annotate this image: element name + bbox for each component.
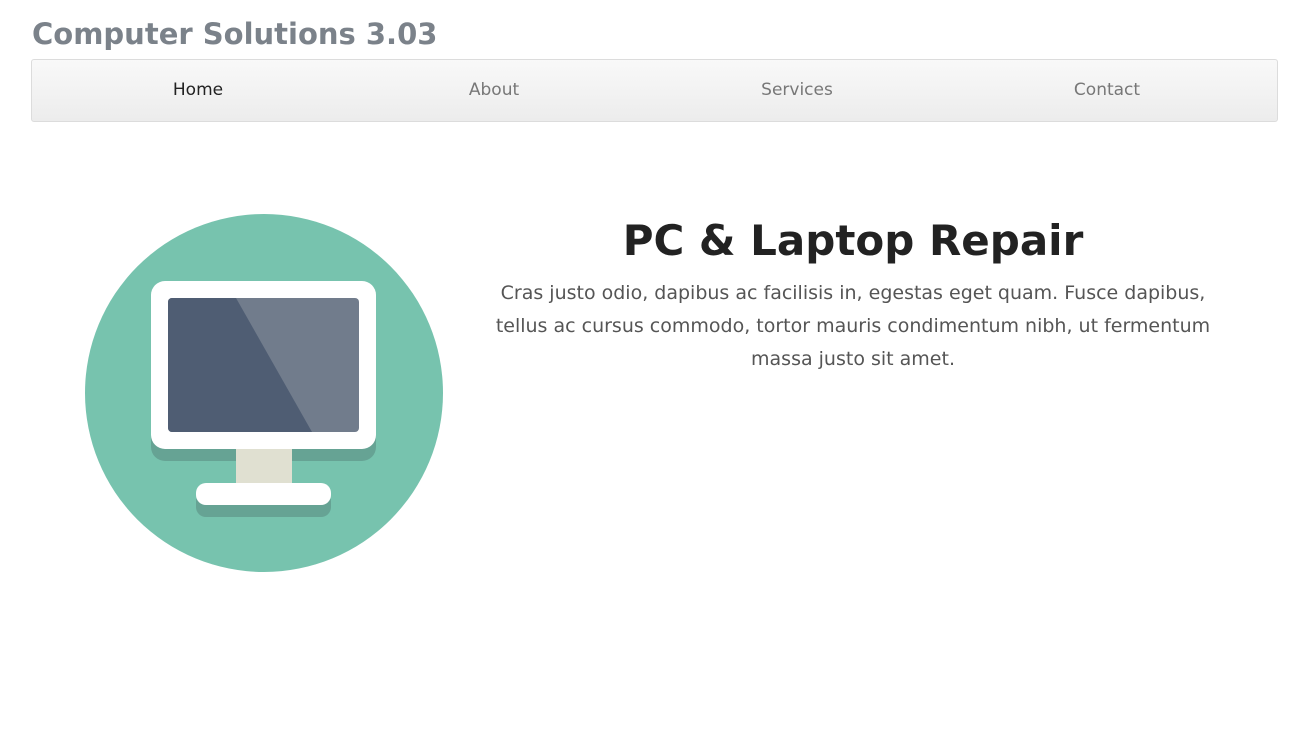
site-title: Computer Solutions 3.03 (32, 17, 438, 51)
hero-text: PC & Laptop Repair Cras justo odio, dapi… (478, 213, 1228, 376)
navbar: Home About Services Contact (31, 59, 1278, 122)
monitor-stand-neck-front (236, 445, 292, 481)
desktop-monitor-icon (85, 214, 443, 572)
monitor-stand-base (196, 483, 331, 505)
nav-item-services[interactable]: Services (761, 60, 833, 121)
nav-item-about[interactable]: About (469, 60, 519, 121)
hero-image (84, 213, 444, 573)
hero-heading: PC & Laptop Repair (622, 216, 1084, 265)
nav-item-home[interactable]: Home (173, 60, 223, 121)
page: Computer Solutions 3.03 Home About Servi… (0, 0, 1301, 753)
hero-body: Cras justo odio, dapibus ac facilisis in… (495, 282, 1211, 370)
nav-item-contact[interactable]: Contact (1074, 60, 1140, 121)
